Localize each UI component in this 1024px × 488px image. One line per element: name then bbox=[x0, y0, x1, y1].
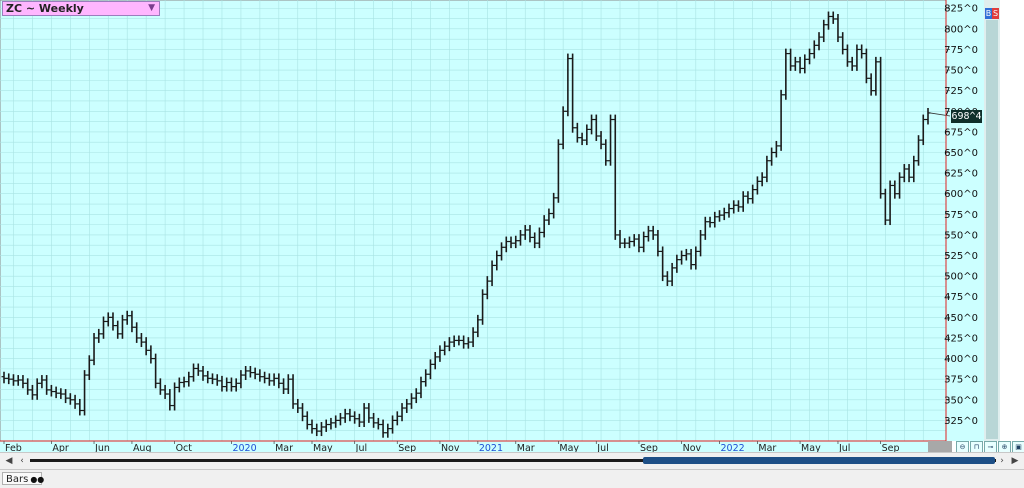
price-tick-label: 525^0 bbox=[944, 251, 978, 262]
price-tick-label: 325^0 bbox=[944, 416, 978, 427]
price-tick-label: 800^0 bbox=[944, 24, 978, 35]
time-tick-label: Jun bbox=[94, 443, 110, 452]
scroll-left-icon[interactable]: ◀ bbox=[3, 455, 15, 467]
time-tick-label: 2021 bbox=[479, 443, 503, 452]
scroll-right-icon[interactable]: ▶ bbox=[1009, 455, 1021, 467]
price-tick-label: 575^0 bbox=[944, 210, 978, 221]
time-tick-label: Sep bbox=[398, 443, 416, 452]
price-tick-label: 750^0 bbox=[944, 66, 978, 77]
price-tick-label: 425^0 bbox=[944, 333, 978, 344]
price-chart: 325^0 350^0 375^0 400^0 425^0 450^0 475^0 500^0… bbox=[0, 0, 1000, 452]
scrollbar-thumb[interactable] bbox=[643, 457, 995, 464]
price-tick-label: 475^0 bbox=[944, 292, 978, 303]
price-tick-label: 550^0 bbox=[944, 230, 978, 241]
time-tick-label: Sep bbox=[882, 443, 900, 452]
time-tick-label: Feb bbox=[5, 443, 22, 452]
bars-tab[interactable]: Bars ●● bbox=[2, 472, 45, 485]
time-tick-label: May bbox=[313, 443, 333, 452]
time-tick-label: Nov bbox=[683, 443, 702, 452]
price-tick-label: 775^0 bbox=[944, 45, 978, 56]
time-tick-label: May bbox=[801, 443, 821, 452]
time-tick-label: Nov bbox=[441, 443, 460, 452]
link-icon: ●● bbox=[30, 475, 45, 484]
price-axis-ticks: 325^0 350^0 375^0 400^0 425^0 450^0 475^0 500^0… bbox=[944, 4, 978, 427]
bars-tab-label: Bars bbox=[6, 474, 29, 485]
price-tick-label: 500^0 bbox=[944, 272, 978, 283]
last-price-flag: 698^4 bbox=[951, 110, 982, 123]
price-tick-label: 725^0 bbox=[944, 86, 978, 97]
time-tick-label: Apr bbox=[52, 443, 69, 452]
time-tick-label: Mar bbox=[517, 443, 535, 452]
right-panel-strip bbox=[986, 20, 998, 439]
time-axis-cursor-box bbox=[928, 441, 952, 452]
symbol-label: ZC ~ Weekly bbox=[6, 2, 84, 15]
time-tick-label: Mar bbox=[275, 443, 293, 452]
symbol-dropdown[interactable]: ZC ~ Weekly ▼ bbox=[2, 1, 160, 16]
time-tick-label: 2020 bbox=[232, 443, 256, 452]
time-tick-label: Jul bbox=[596, 443, 608, 452]
time-tick-label: Jul bbox=[838, 443, 850, 452]
time-axis-ticks: Feb Apr Jun Aug Oct 2020 Mar May Jul Sep Nov 2021 Ma… bbox=[3, 441, 900, 452]
time-tick-label: Jul bbox=[355, 443, 367, 452]
time-tick-label: 2022 bbox=[721, 443, 745, 452]
status-bar: Bars ●● bbox=[0, 469, 1024, 488]
time-tick-label: Aug bbox=[133, 443, 152, 452]
scroll-back-icon[interactable]: ‹ bbox=[16, 455, 28, 467]
price-tick-label: 400^0 bbox=[944, 354, 978, 365]
time-tick-label: May bbox=[559, 443, 579, 452]
price-tick-label: 600^0 bbox=[944, 189, 978, 200]
scroll-forward-icon[interactable]: › bbox=[996, 455, 1008, 467]
price-tick-label: 625^0 bbox=[944, 169, 978, 180]
price-tick-label: 375^0 bbox=[944, 375, 978, 386]
sell-tag[interactable]: S bbox=[992, 8, 999, 19]
chevron-down-icon[interactable]: ▼ bbox=[148, 2, 155, 15]
price-tick-label: 675^0 bbox=[944, 127, 978, 138]
price-tick-label: 825^0 bbox=[944, 4, 978, 15]
horizontal-scrollbar[interactable]: ◀ ‹ › ▶ bbox=[0, 452, 1024, 469]
time-tick-label: Oct bbox=[176, 443, 193, 452]
time-tick-label: Mar bbox=[758, 443, 776, 452]
time-tick-label: Sep bbox=[640, 443, 658, 452]
price-tick-label: 350^0 bbox=[944, 395, 978, 406]
price-tick-label: 450^0 bbox=[944, 313, 978, 324]
price-tick-label: 650^0 bbox=[944, 148, 978, 159]
buy-tag[interactable]: B bbox=[985, 8, 992, 19]
